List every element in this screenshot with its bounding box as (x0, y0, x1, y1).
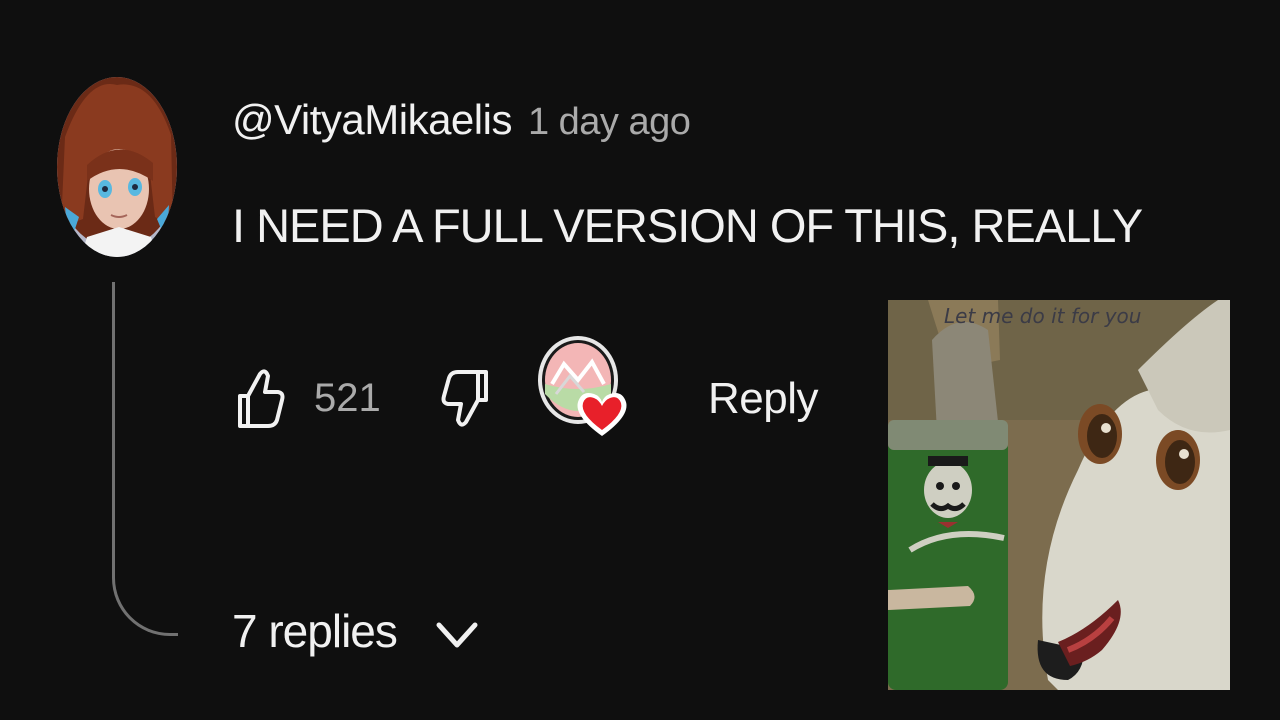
meme-image: Let me do it for you (888, 300, 1230, 690)
meme-caption: Let me do it for you (944, 304, 1142, 328)
comment-header: @VityaMikaelis 1 day ago (232, 96, 691, 156)
chevron-down-icon (436, 622, 478, 648)
like-button[interactable] (232, 362, 286, 432)
creator-heart-icon (538, 336, 627, 436)
reply-button[interactable]: Reply (708, 374, 819, 424)
comment-card: @VityaMikaelis 1 day ago I NEED A FULL V… (0, 0, 1280, 720)
dislike-button[interactable] (440, 364, 494, 434)
replies-count-label: 7 replies (232, 605, 398, 657)
like-count: 521 (314, 376, 381, 420)
thread-connector-line (112, 282, 178, 636)
comment-text: I NEED A FULL VERSION OF THIS, REALLY (232, 199, 1143, 252)
creator-heart (534, 332, 644, 442)
comment-timestamp[interactable]: 1 day ago (528, 101, 691, 144)
view-replies-button[interactable]: 7 replies (232, 604, 481, 658)
avatar-image (57, 77, 177, 257)
avatar[interactable] (57, 77, 177, 257)
author-name[interactable]: @VityaMikaelis (232, 96, 512, 144)
thumbs-up-icon (238, 369, 285, 428)
thumbs-down-icon (441, 370, 488, 427)
meme-illustration (888, 300, 1230, 690)
